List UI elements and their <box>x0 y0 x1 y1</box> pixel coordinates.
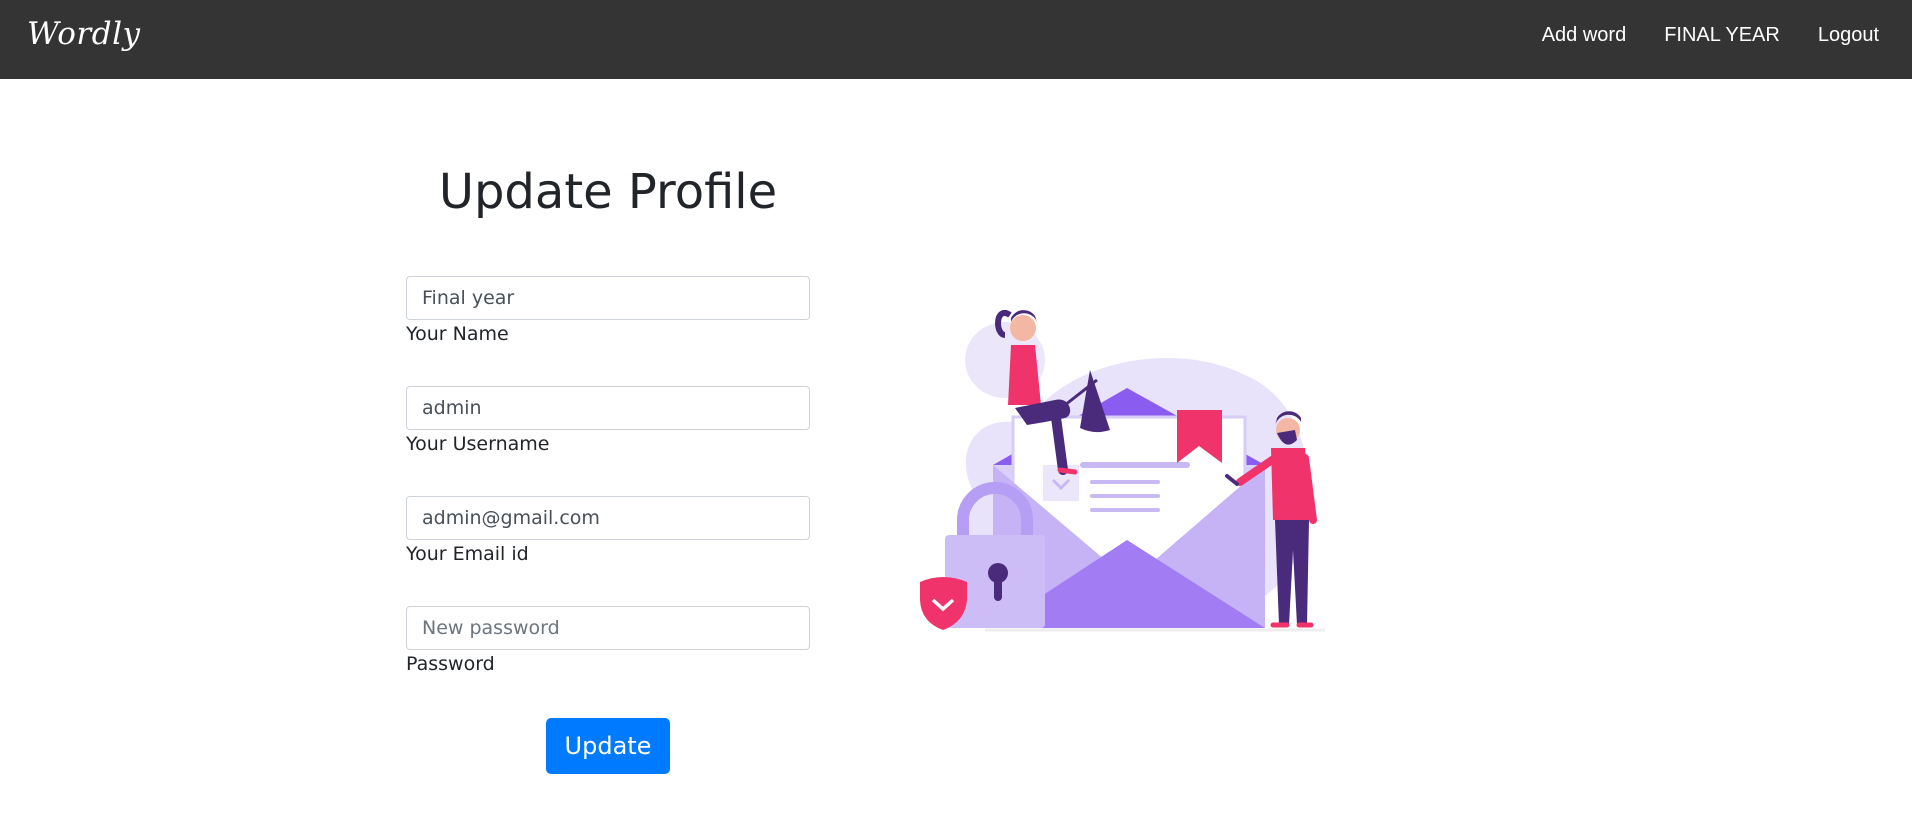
page-title: Update Profile <box>438 164 778 220</box>
name-input[interactable] <box>406 276 810 320</box>
top-navbar: Wordly Add word FINAL YEAR Logout <box>0 0 1912 79</box>
brand-logo[interactable]: Wordly <box>27 16 141 52</box>
username-input[interactable] <box>406 386 810 430</box>
username-label: Your Username <box>406 433 550 455</box>
update-button[interactable]: Update <box>546 718 670 774</box>
password-input[interactable] <box>406 606 810 650</box>
nav-logout-link[interactable]: Logout <box>1818 24 1879 47</box>
nav-add-word-link[interactable]: Add word <box>1542 24 1627 47</box>
password-label: Password <box>406 653 495 675</box>
nav-profile-link[interactable]: FINAL YEAR <box>1664 24 1780 47</box>
email-label: Your Email id <box>406 543 529 565</box>
profile-illustration <box>920 310 1325 632</box>
nav-links: Add word FINAL YEAR Logout <box>1542 24 1879 47</box>
name-label: Your Name <box>406 323 509 345</box>
email-input[interactable] <box>406 496 810 540</box>
